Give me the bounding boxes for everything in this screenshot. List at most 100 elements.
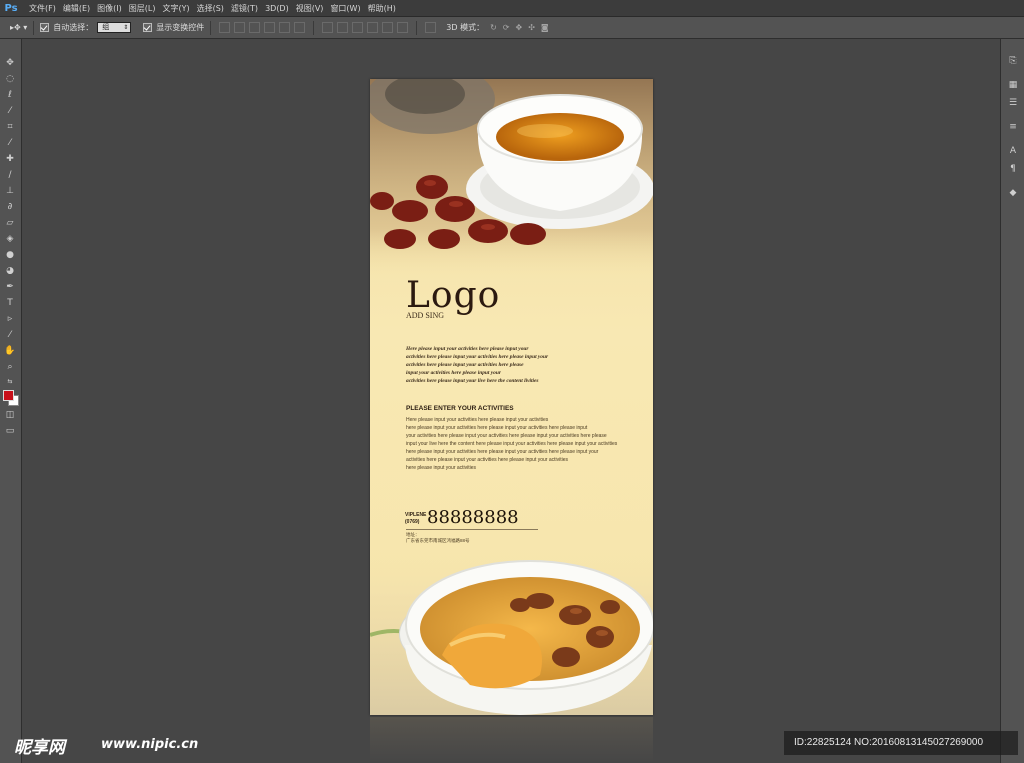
lasso-icon[interactable]: ℓ [4, 89, 16, 101]
dodge-icon[interactable]: ◕ [4, 265, 16, 277]
menu-type[interactable]: 文字(Y) [162, 3, 189, 14]
align-bottom-icon[interactable] [249, 22, 261, 33]
quick-mask-icon[interactable]: ◫ [4, 409, 16, 421]
zoom-icon[interactable]: ⌕ [4, 361, 16, 373]
divider [210, 20, 212, 35]
show-transform-label: 显示变换控件 [156, 23, 205, 32]
distribute-left-icon[interactable] [367, 22, 379, 33]
swap-colors-icon[interactable]: ⇆ [4, 376, 16, 388]
menu-select[interactable]: 选择(S) [197, 3, 224, 14]
chevron-down-icon: ⇕ [123, 24, 129, 31]
3d-roll-icon[interactable]: ⟳ [503, 23, 510, 32]
crop-icon[interactable]: ⌗ [4, 121, 16, 133]
stamp-icon[interactable]: ⊥ [4, 185, 16, 197]
divider [313, 20, 315, 35]
gradient-icon[interactable]: ◈ [4, 233, 16, 245]
distribute-vcenter-icon[interactable] [337, 22, 349, 33]
address-text: 广东省东莞市南城区鸿福路88号 [406, 538, 470, 543]
document-canvas[interactable]: Logo ADD SING Here please input your act… [370, 79, 653, 715]
ps-logo: Ps [4, 2, 18, 14]
paragraph-icon[interactable]: ¶ [1007, 163, 1019, 175]
menu-help[interactable]: 帮助(H) [368, 3, 396, 14]
auto-select-checkbox[interactable] [40, 23, 50, 32]
canvas-area[interactable]: Logo ADD SING Here please input your act… [22, 39, 1000, 763]
watermark-logo: 昵享网 [14, 738, 65, 758]
3d-slide-icon[interactable]: ✣ [528, 23, 535, 32]
show-transform-checkbox[interactable] [143, 23, 153, 32]
body-line: activities here please input your activi… [406, 457, 569, 463]
adjustments-sliders-icon[interactable]: ≡ [1007, 121, 1019, 133]
history-icon[interactable]: ⎘ [1007, 55, 1019, 67]
poster-logo: Logo [406, 275, 501, 316]
menu-bar: Ps 文件(F) 编辑(E) 图像(I) 图层(L) 文字(Y) 选择(S) 滤… [0, 0, 1024, 17]
watermark-id: ID:22825124 NO:20160813145027269000 [784, 731, 1018, 755]
character-icon[interactable]: A [1007, 145, 1019, 157]
distribute-top-icon[interactable] [322, 22, 334, 33]
auto-select-value: 组 [102, 23, 110, 31]
body-line: input your live here the content here pl… [406, 441, 618, 447]
script-line: activities here please input your live h… [406, 378, 539, 384]
logo-subtitle: ADD SING [406, 311, 444, 320]
menu-view[interactable]: 视图(V) [296, 3, 324, 14]
align-vcenter-icon[interactable] [234, 22, 246, 33]
chicken-pot-photo [370, 545, 653, 715]
healing-icon[interactable]: ✚ [4, 153, 16, 165]
body-line: here please input your activities here p… [406, 425, 588, 431]
align-left-icon[interactable] [264, 22, 276, 33]
divider [416, 20, 418, 35]
eyedropper-icon[interactable]: ⁄ [4, 137, 16, 149]
3d-rotate-icon[interactable]: ↻ [490, 23, 497, 32]
brush-icon[interactable]: ∕ [4, 169, 16, 181]
vip-label: VIPLENE [405, 512, 427, 518]
blur-icon[interactable]: ● [4, 249, 16, 261]
script-line: activities here please input your activi… [406, 354, 549, 360]
distribute-hcenter-icon[interactable] [382, 22, 394, 33]
menu-filter[interactable]: 滤镜(T) [231, 3, 258, 14]
distribute-right-icon[interactable] [397, 22, 409, 33]
script-paragraph: Here please input your activities here p… [406, 345, 618, 385]
line-icon[interactable]: ⁄ [4, 329, 16, 341]
address-block: 地址： 广东省东莞市南城区鸿福路88号 [406, 532, 470, 544]
eraser-icon[interactable]: ▱ [4, 217, 16, 229]
screen-mode-icon[interactable]: ▭ [4, 425, 16, 437]
distribute-bottom-icon[interactable] [352, 22, 364, 33]
auto-align-icon[interactable] [425, 22, 437, 33]
align-hcenter-icon[interactable] [279, 22, 291, 33]
hand-icon[interactable]: ✋ [4, 345, 16, 357]
soup-bowl-photo [370, 79, 653, 279]
quick-select-icon[interactable]: ⁄ [4, 105, 16, 117]
auto-select-dropdown[interactable]: 组 ⇕ [97, 22, 132, 33]
menu-file[interactable]: 文件(F) [29, 3, 56, 14]
adjustments-icon[interactable]: ☰ [1007, 97, 1019, 109]
path-select-icon[interactable]: ▹ [4, 313, 16, 325]
3d-pan-icon[interactable]: ✥ [515, 23, 522, 32]
script-line: activities here please input your activi… [406, 362, 524, 368]
menu-3d[interactable]: 3D(D) [265, 4, 289, 13]
align-right-icon[interactable] [294, 22, 306, 33]
menu-image[interactable]: 图像(I) [97, 3, 122, 14]
3d-scale-icon[interactable]: ◙ [541, 23, 549, 32]
menu-window[interactable]: 窗口(W) [330, 3, 360, 14]
marquee-icon[interactable]: ◌ [4, 73, 16, 85]
pen-icon[interactable]: ✒ [4, 281, 16, 293]
menu-layer[interactable]: 图层(L) [129, 3, 156, 14]
3d-mode-label: 3D 模式： [446, 23, 485, 32]
foreground-color-swatch[interactable] [3, 390, 14, 401]
properties-icon[interactable]: ▦ [1007, 79, 1019, 91]
watermark-site: www.nipic.cn [101, 737, 199, 752]
options-bar: ▸✥ ▾ 自动选择： 组 ⇕ 显示变换控件 3D 模式： ↻ ⟳ ✥ ✣ ◙ [0, 17, 1024, 39]
history-brush-icon[interactable]: ∂ [4, 201, 16, 213]
move-tool-preset-icon[interactable]: ▸✥ ▾ [10, 23, 27, 32]
script-line: input your activities here please input … [406, 370, 501, 376]
canvas-reflection [370, 717, 653, 763]
type-icon[interactable]: T [4, 297, 16, 309]
align-top-icon[interactable] [219, 22, 231, 33]
tools-panel: ✥ ◌ ℓ ⁄ ⌗ ⁄ ✚ ∕ ⊥ ∂ ▱ ◈ ● ◕ ✒ T ▹ ⁄ ✋ ⌕ … [0, 39, 22, 763]
phone-number: 88888888 [427, 507, 519, 528]
move-icon[interactable]: ✥ [4, 57, 16, 69]
area-code: (0769) [405, 519, 420, 525]
3d-icon[interactable]: ◆ [1007, 187, 1019, 199]
menu-edit[interactable]: 编辑(E) [63, 3, 90, 14]
vip-label-block: VIPLENE (0769) [405, 512, 426, 526]
body-line: here please input your activities here p… [406, 449, 599, 455]
